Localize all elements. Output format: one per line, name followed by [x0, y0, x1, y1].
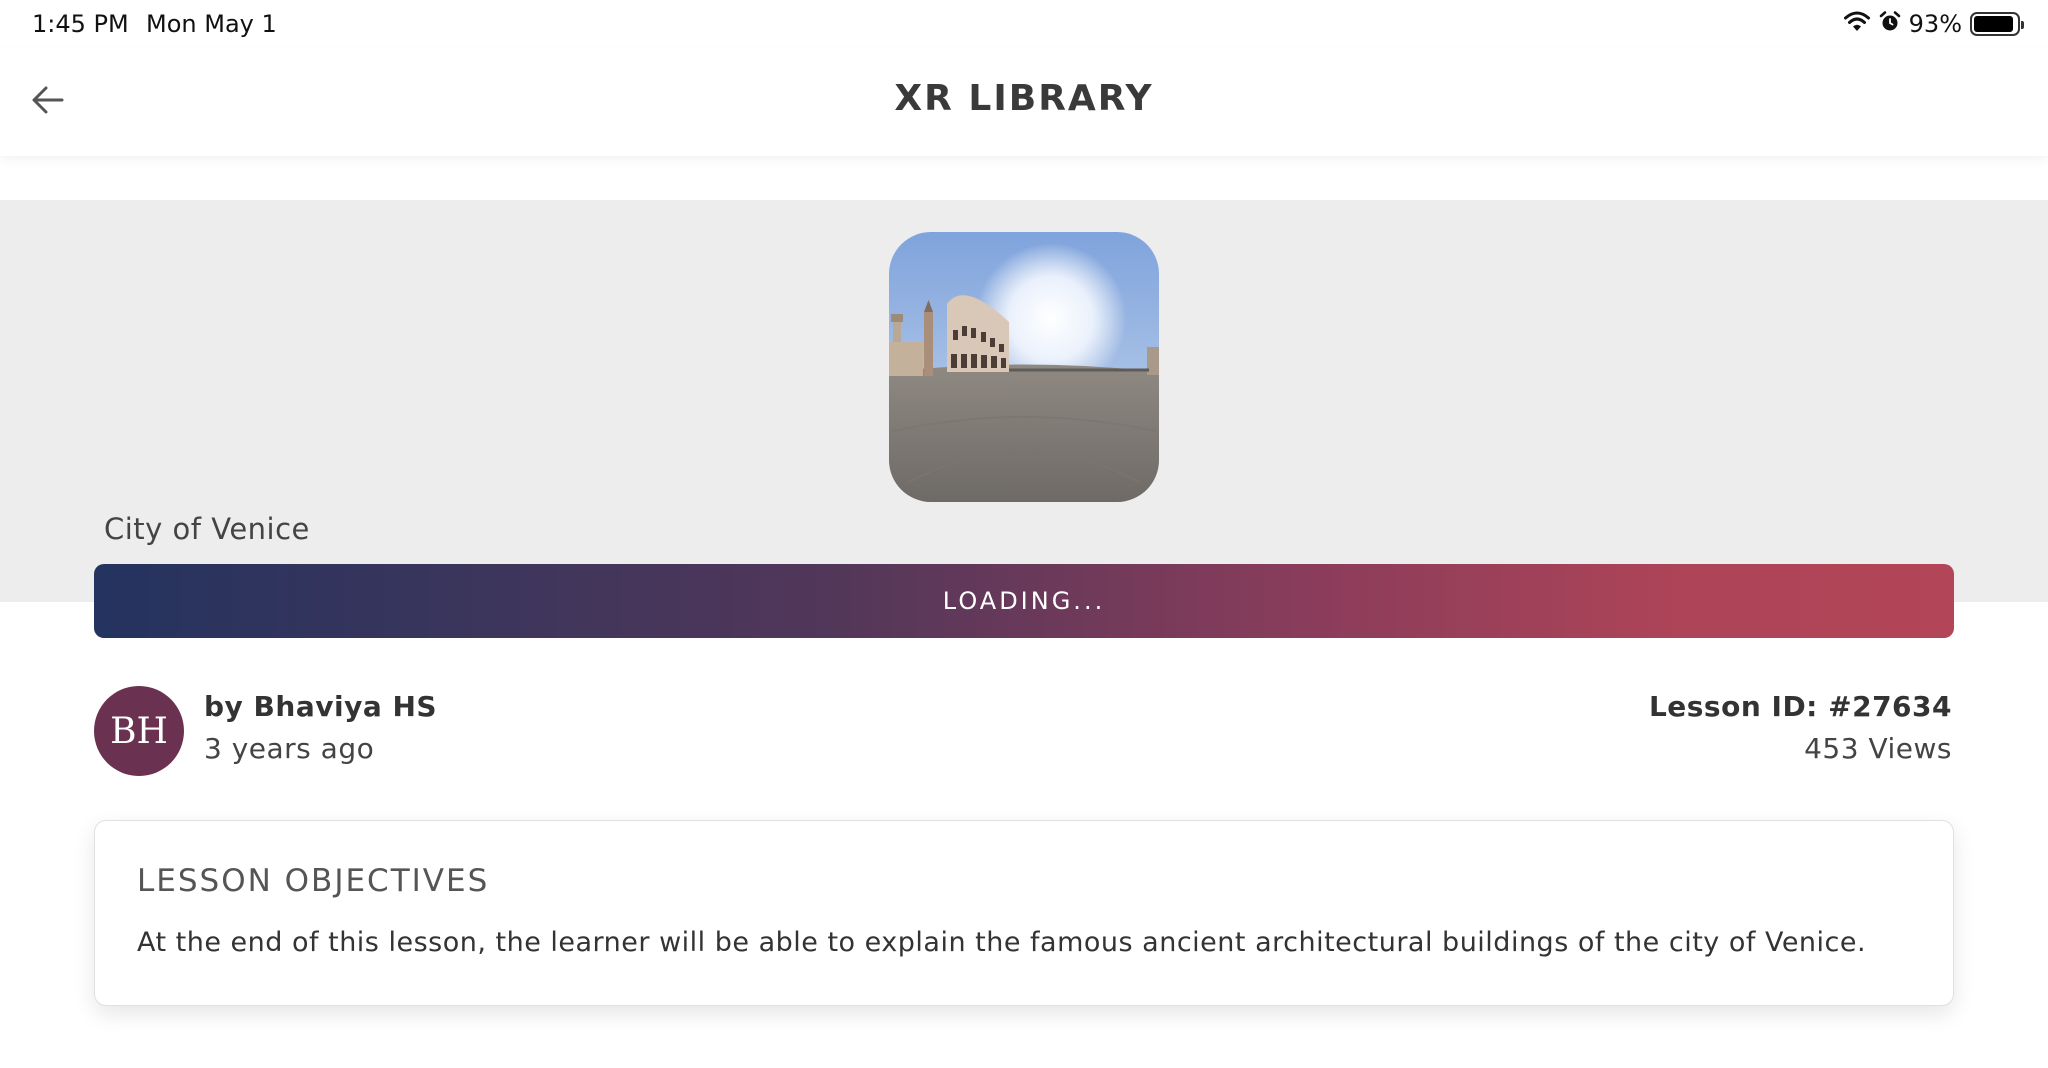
battery-icon: [1970, 12, 2024, 36]
posted-time: 3 years ago: [204, 732, 375, 765]
status-indicators: 93%: [1843, 9, 2024, 39]
status-bar: 1:45 PM Mon May 1 93%: [0, 0, 2048, 48]
battery-fill: [1974, 16, 2014, 32]
lesson-title: City of Venice: [104, 512, 310, 546]
app-header: XR LIBRARY: [0, 48, 2048, 156]
status-date: Mon May 1: [146, 10, 277, 38]
loading-button[interactable]: LOADING...: [94, 564, 1954, 638]
venice-panorama-image[interactable]: [889, 232, 1159, 502]
view-count: 453 Views: [1804, 732, 1952, 765]
alarm-icon: [1879, 11, 1901, 37]
author-name: by Bhaviya HS: [204, 690, 438, 723]
lesson-id: Lesson ID: #27634: [1648, 690, 1952, 723]
battery-percent: 93%: [1908, 10, 1962, 38]
loading-label: LOADING...: [942, 587, 1106, 615]
objectives-card: LESSON OBJECTIVES At the end of this les…: [94, 820, 1954, 1006]
page-title: XR LIBRARY: [894, 78, 1154, 119]
objectives-text: At the end of this lesson, the learner w…: [137, 927, 1867, 958]
wifi-icon: [1843, 11, 1871, 37]
objectives-heading: LESSON OBJECTIVES: [137, 863, 490, 899]
avatar: BH: [94, 686, 184, 776]
status-time: 1:45 PM: [32, 10, 129, 38]
